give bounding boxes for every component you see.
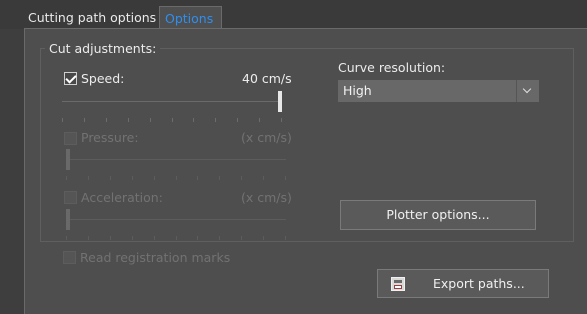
- speed-slider-tick: [193, 118, 194, 122]
- pressure-slider-tick: [88, 176, 89, 180]
- pressure-slider-thumb[interactable]: [66, 149, 70, 170]
- speed-slider-tick: [84, 118, 85, 122]
- pressure-slider-tick: [110, 176, 111, 180]
- acceleration-slider-tick: [66, 236, 67, 240]
- tab-options[interactable]: Options: [159, 6, 222, 29]
- acceleration-slider-tick: [176, 236, 177, 240]
- pressure-slider-tick: [132, 176, 133, 180]
- pressure-slider-tick: [176, 176, 177, 180]
- save-icon: [391, 277, 405, 291]
- acceleration-slider-tick: [132, 236, 133, 240]
- pressure-slider-tick: [285, 176, 286, 180]
- chevron-down-icon[interactable]: [516, 80, 539, 102]
- pressure-slider-tick: [219, 176, 220, 180]
- acceleration-slider-track: [66, 219, 286, 220]
- pressure-value: (x cm/s): [241, 130, 292, 145]
- acceleration-label: Acceleration:: [81, 190, 163, 205]
- pressure-slider-tick: [241, 176, 242, 180]
- acceleration-slider-tick: [88, 236, 89, 240]
- speed-slider-tick: [259, 118, 260, 122]
- plotter-options-button[interactable]: Plotter options...: [340, 200, 536, 230]
- acceleration-slider-tick: [241, 236, 242, 240]
- acceleration-slider-tick: [197, 236, 198, 240]
- speed-value: 40 cm/s: [242, 71, 292, 86]
- speed-label: Speed:: [81, 71, 125, 86]
- read-registration-marks-checkbox[interactable]: [63, 251, 76, 264]
- curve-resolution-label: Curve resolution:: [338, 60, 446, 75]
- acceleration-slider-tick: [263, 236, 264, 240]
- acceleration-slider-tick: [219, 236, 220, 240]
- acceleration-checkbox[interactable]: [64, 191, 77, 204]
- speed-slider-thumb[interactable]: [278, 91, 282, 112]
- speed-slider-tick: [128, 118, 129, 122]
- export-paths-label: Export paths...: [433, 276, 525, 291]
- pressure-slider-tick: [263, 176, 264, 180]
- acceleration-slider-tick: [154, 236, 155, 240]
- pressure-slider-tick: [197, 176, 198, 180]
- pressure-label: Pressure:: [81, 130, 139, 145]
- speed-slider-track: [62, 101, 282, 102]
- tab-cutting-path-options[interactable]: Cutting path options: [28, 10, 156, 25]
- speed-slider-tick: [150, 118, 151, 122]
- options-panel: Cut adjustments: Speed: 40 cm/s Pressure…: [24, 28, 587, 314]
- cut-adjustments-title: Cut adjustments:: [45, 41, 161, 56]
- tab-strip: Cutting path options Options: [0, 0, 587, 29]
- acceleration-slider-tick: [285, 236, 286, 240]
- pressure-slider[interactable]: [66, 149, 286, 180]
- pressure-slider-tick: [66, 176, 67, 180]
- acceleration-value: (x cm/s): [241, 190, 292, 205]
- acceleration-slider[interactable]: [66, 209, 286, 240]
- acceleration-slider-tick: [110, 236, 111, 240]
- speed-checkbox[interactable]: [64, 72, 77, 85]
- dialog: Cutting path options Options Cut adjustm…: [0, 0, 587, 314]
- curve-resolution-value: High: [343, 83, 372, 98]
- acceleration-slider-thumb[interactable]: [66, 209, 70, 230]
- speed-slider-tick: [172, 118, 173, 122]
- speed-slider[interactable]: [62, 91, 282, 122]
- curve-resolution-dropdown[interactable]: High: [338, 80, 539, 102]
- pressure-slider-track: [66, 159, 286, 160]
- speed-slider-tick: [106, 118, 107, 122]
- speed-slider-tick: [237, 118, 238, 122]
- export-paths-button[interactable]: Export paths...: [377, 269, 549, 298]
- pressure-slider-tick: [154, 176, 155, 180]
- speed-slider-tick: [281, 118, 282, 122]
- read-registration-marks-label: Read registration marks: [80, 250, 231, 265]
- pressure-checkbox[interactable]: [64, 132, 77, 145]
- tab-options-label: Options: [165, 11, 214, 26]
- speed-slider-tick: [62, 118, 63, 122]
- speed-slider-tick: [215, 118, 216, 122]
